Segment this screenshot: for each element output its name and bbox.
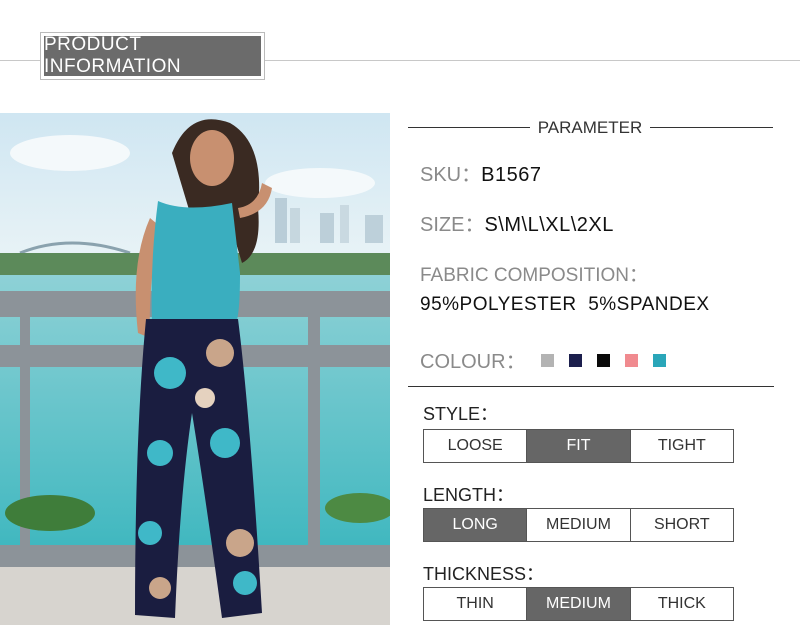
colour-label: COLOUR： [420,351,526,373]
thickness-label: THICKNESS： [423,564,545,584]
colour-row: COLOUR： [420,345,666,374]
sku-value: B1567 [481,164,542,186]
size-label: SIZE： [420,214,485,236]
length-label: LENGTH： [423,485,515,505]
length-option-short: SHORT [629,509,733,541]
style-option-tight: TIGHT [629,430,733,462]
thickness-option-thin: THIN [456,595,494,612]
product-photo [0,113,390,625]
style-option-fit: FIT [526,430,630,462]
style-option-loose: LOOSE [447,437,503,454]
fabric-value: 95%POLYESTER 5%SPANDEX [420,294,710,315]
parameter-title: PARAMETER [537,118,643,137]
colour-swatch [624,354,638,367]
parameter-heading: PARAMETER [408,118,773,138]
parameter-line-left [408,127,530,128]
colour-swatch [652,354,666,367]
sku-label: SKU： [420,164,482,186]
colour-swatch [568,354,582,367]
parameter-divider [408,386,774,387]
thickness-option-medium: MEDIUM [526,588,630,620]
style-label: STYLE： [423,404,499,424]
fabric-label: FABRIC COMPOSITION： [420,265,649,286]
colour-swatch [540,354,554,367]
size-row: SIZE：S\M\L\XL\2XL [420,208,614,237]
style-options: LOOSE FIT TIGHT [423,429,734,463]
length-option-long: LONG [424,509,527,541]
thickness-option-thick: THICK [629,588,733,620]
length-option-medium: MEDIUM [526,509,629,541]
length-options: LONG MEDIUM SHORT [423,508,734,542]
thickness-options: THIN MEDIUM THICK [423,587,734,621]
sku-row: SKU：B1567 [420,158,541,187]
colour-swatch [596,354,610,367]
colour-swatches [526,351,666,373]
parameter-line-right [650,127,773,128]
section-title: PRODUCT INFORMATION [41,33,264,79]
size-value: S\M\L\XL\2XL [484,214,614,236]
